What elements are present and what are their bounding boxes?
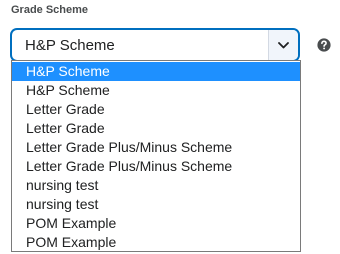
option-letter-grade[interactable]: Letter Grade [12, 100, 300, 119]
option-letter-grade-plus-minus[interactable]: Letter Grade Plus/Minus Scheme [12, 138, 300, 157]
option-hp-scheme[interactable]: H&P Scheme [12, 81, 300, 100]
option-nursing-test[interactable]: nursing test [12, 176, 300, 195]
option-hp-scheme[interactable]: H&P Scheme [12, 62, 300, 81]
chevron-down-icon[interactable] [268, 30, 298, 60]
grade-scheme-field: Grade Scheme H&P Scheme H&P Scheme H&P S… [0, 0, 340, 254]
grade-scheme-selected-value: H&P Scheme [25, 37, 115, 54]
option-nursing-test[interactable]: nursing test [12, 195, 300, 214]
grade-scheme-label: Grade Scheme [11, 4, 89, 16]
option-letter-grade[interactable]: Letter Grade [12, 119, 300, 138]
question-circle-icon[interactable] [317, 38, 331, 52]
grade-scheme-select[interactable]: H&P Scheme [11, 29, 299, 61]
option-letter-grade-plus-minus[interactable]: Letter Grade Plus/Minus Scheme [12, 157, 300, 176]
option-pom-example[interactable]: POM Example [12, 233, 300, 252]
option-pom-example[interactable]: POM Example [12, 214, 300, 233]
grade-scheme-options-list: H&P Scheme H&P Scheme Letter Grade Lette… [11, 60, 301, 252]
